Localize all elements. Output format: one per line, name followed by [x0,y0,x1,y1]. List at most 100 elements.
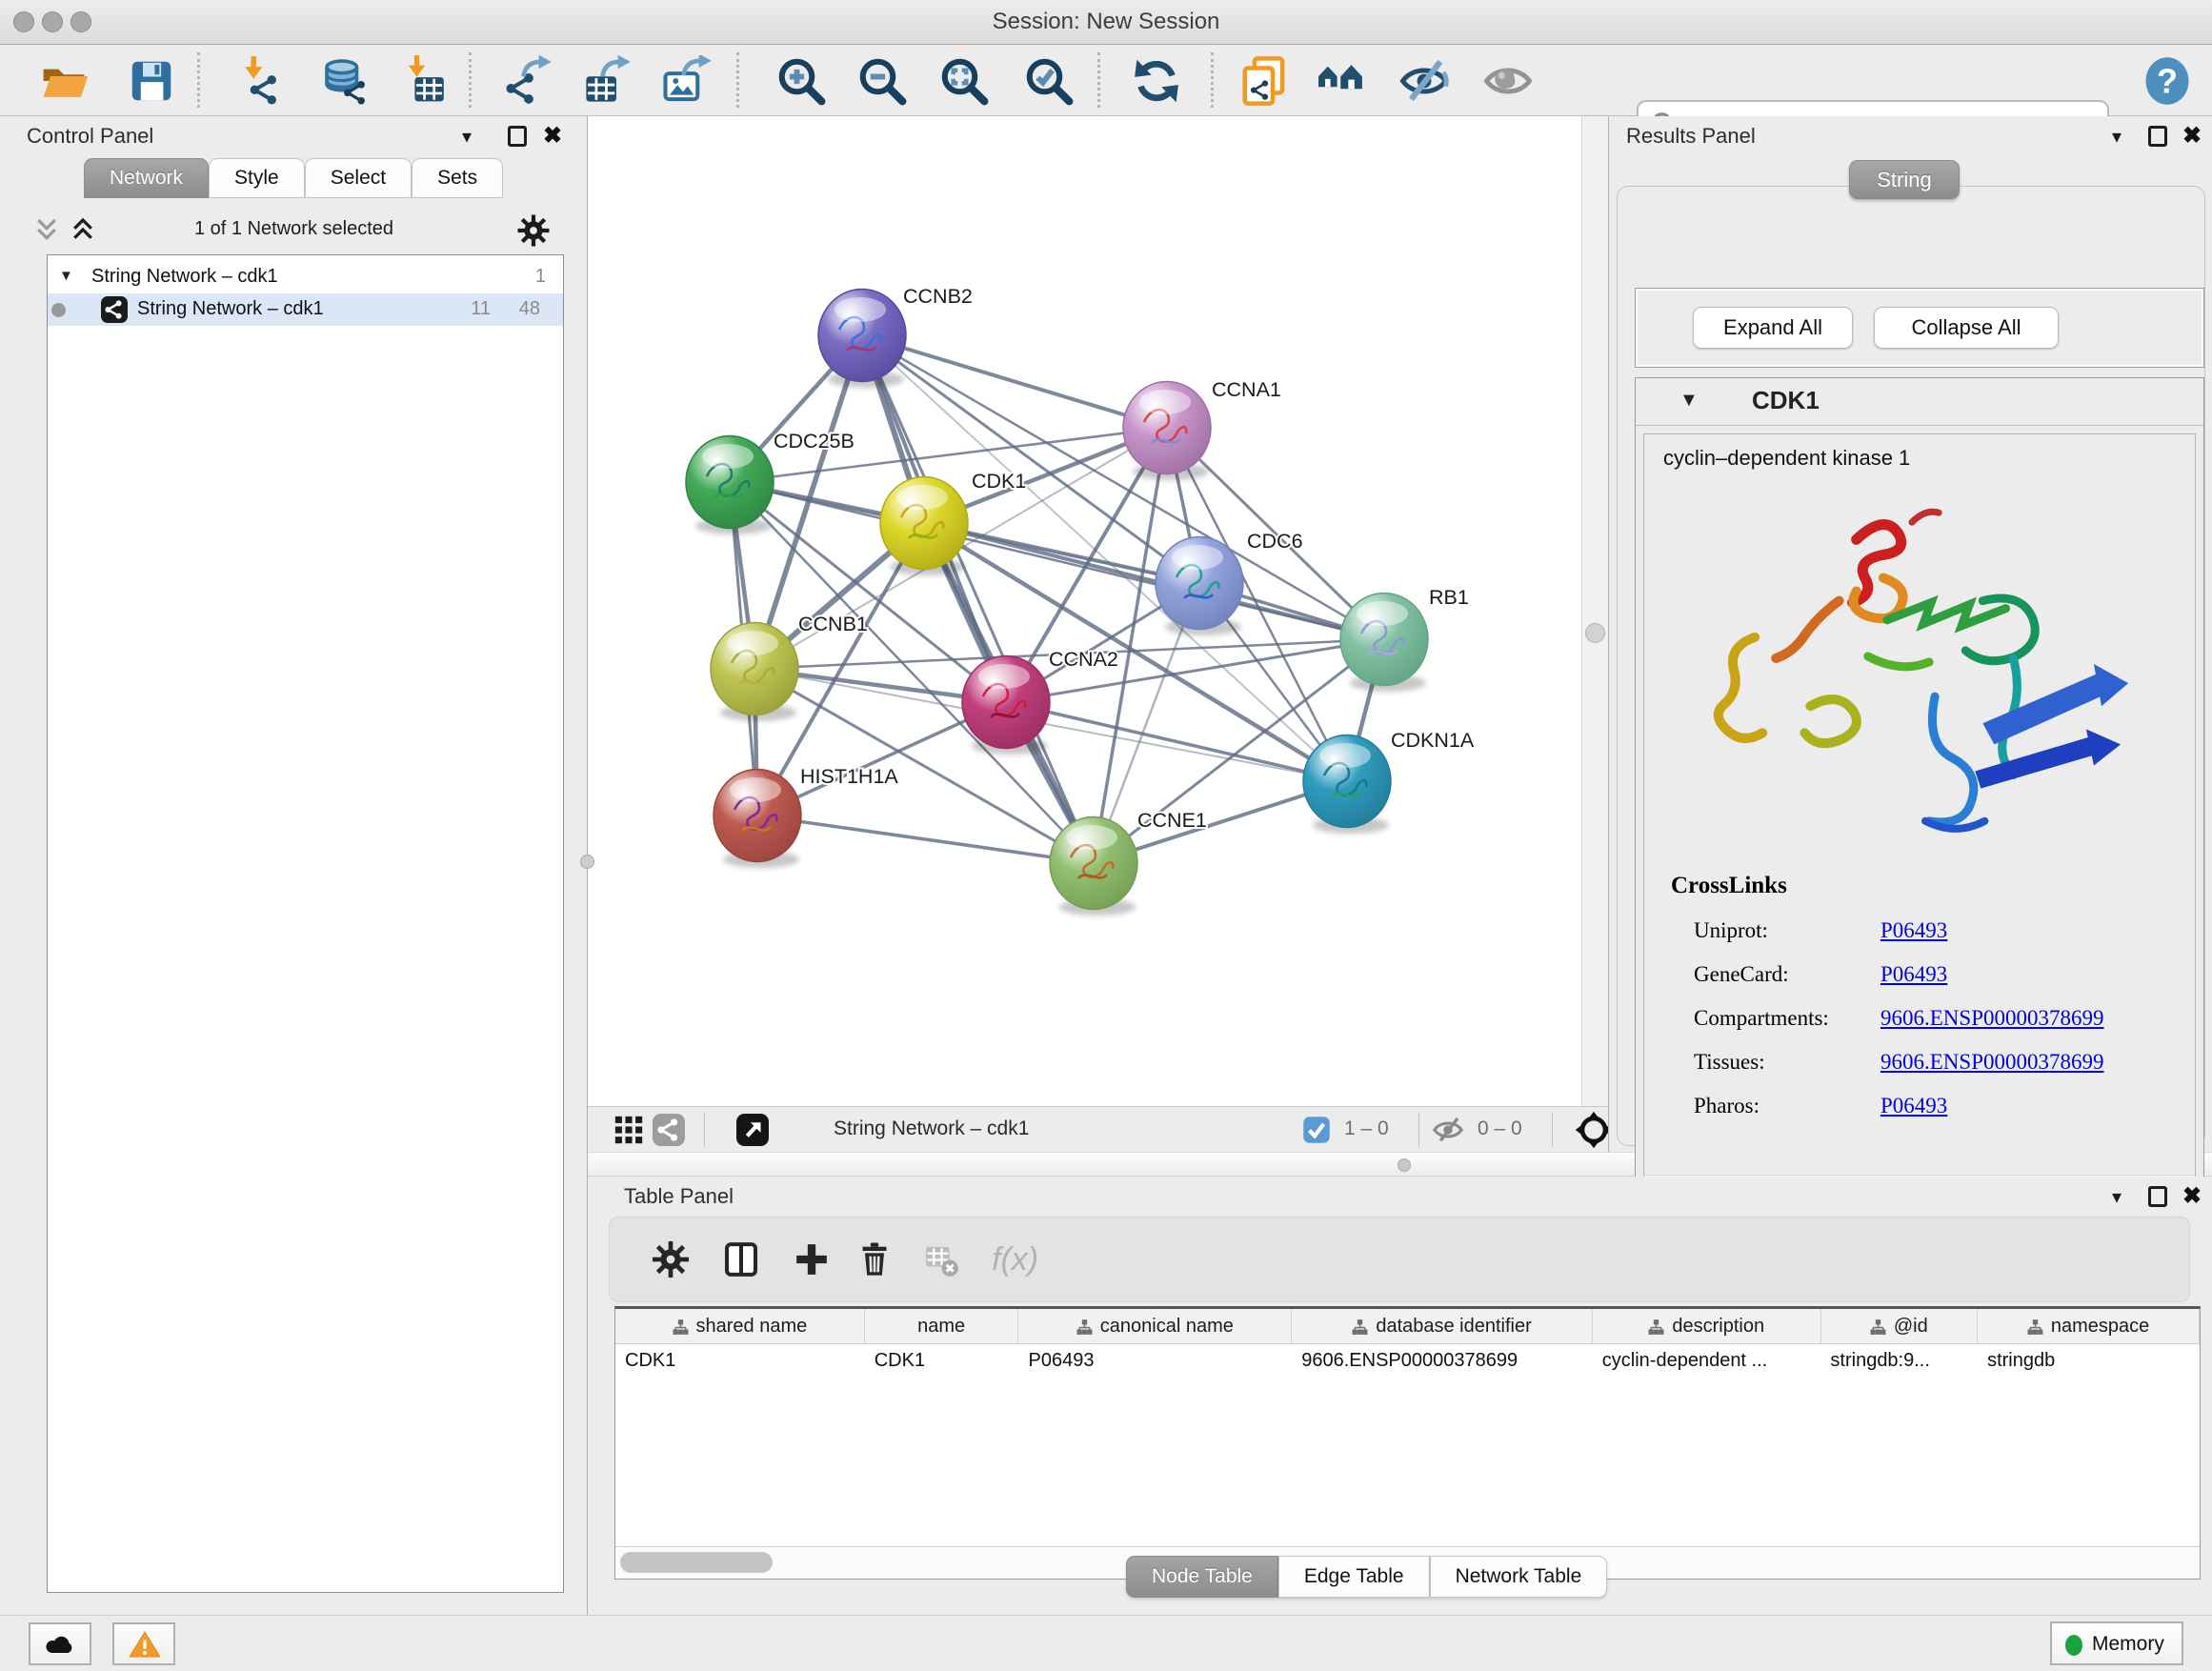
close-panel-icon[interactable]: ✖ [2182,1182,2202,1210]
table-cell[interactable]: CDK1 [615,1344,865,1380]
show-hide-icon[interactable] [1398,55,1450,107]
delete-column-trash-icon[interactable] [855,1240,894,1278]
memory-button[interactable]: Memory [2050,1621,2183,1665]
network-node-cdk1[interactable] [880,477,968,576]
zoom-selected-icon[interactable] [1023,55,1075,107]
refresh-layout-icon[interactable] [1131,55,1182,107]
network-canvas[interactable]: CCNB2CCNA1CDC25BCDK1CDC6RB1CCNB1CCNA2CDK… [588,116,1608,1106]
clone-network-icon[interactable] [1238,55,1290,107]
export-table-icon[interactable] [580,55,632,107]
zoom-in-icon[interactable] [775,55,827,107]
crosslink-value[interactable]: P06493 [1880,918,1947,943]
save-session-icon[interactable] [126,55,177,107]
crosslink-value[interactable]: P06493 [1880,962,1947,987]
float-panel-icon[interactable] [2148,126,2167,147]
table-cell[interactable]: cyclin-dependent ... [1593,1344,1821,1380]
close-panel-icon[interactable]: ✖ [543,122,562,150]
crosslink-value[interactable]: P06493 [1880,1094,1947,1118]
tree-expand-icon[interactable]: ▼ [59,268,73,284]
zoom-fit-icon[interactable] [938,55,990,107]
float-panel-icon[interactable] [508,126,527,147]
expand-all-button[interactable]: Expand All [1693,307,1853,349]
network-node-ccna1[interactable] [1123,382,1211,481]
network-edge[interactable] [757,815,1094,863]
splitter-handle[interactable] [1398,1158,1411,1172]
vertical-scrollbar-thumb[interactable] [1585,623,1605,643]
network-edge[interactable] [862,335,1167,428]
close-panel-icon[interactable]: ✖ [2182,122,2202,150]
network-node-ccnb1[interactable] [711,623,798,722]
node-label-cdc6: CDC6 [1247,530,1303,553]
network-node-rb1[interactable] [1340,594,1428,693]
tab-network[interactable]: Network [84,158,209,198]
network-node-cdc6[interactable] [1156,537,1243,636]
hidden-eye-icon[interactable] [1432,1114,1464,1146]
add-column-icon[interactable] [793,1240,831,1278]
panel-splitter-handle[interactable] [580,855,594,869]
column-header-name[interactable]: name [865,1309,1019,1344]
tab-network-table[interactable]: Network Table [1430,1556,1608,1598]
tab-style[interactable]: Style [209,158,305,198]
table-cell[interactable]: 9606.ENSP00000378699 [1292,1344,1593,1380]
collapse-panel-icon[interactable]: ▾ [2112,1185,2122,1209]
export-network-icon[interactable] [501,55,553,107]
column-header-namespace[interactable]: namespace [1978,1309,2200,1344]
table-cell[interactable]: stringdb [1978,1344,2200,1380]
gene-section-header[interactable]: ▼ CDK1 [1636,378,2203,426]
tab-edge-table[interactable]: Edge Table [1278,1556,1430,1598]
network-edge[interactable] [924,523,1384,639]
collapse-panel-icon[interactable]: ▾ [462,125,472,149]
collapse-all-button[interactable]: Collapse All [1874,307,2059,349]
import-network-icon[interactable] [233,55,285,107]
show-columns-icon[interactable] [722,1240,760,1278]
column-header-label: canonical name [1100,1316,1234,1338]
network-node-cdkn1a[interactable] [1303,735,1391,835]
fit-content-crosshair-icon[interactable] [1575,1111,1613,1149]
table-row[interactable]: CDK1CDK1P064939606.ENSP00000378699cyclin… [615,1344,2200,1380]
network-node-hist1h1a[interactable] [714,770,801,869]
selected-checkbox-icon[interactable] [1302,1116,1331,1144]
eye-icon[interactable] [1482,55,1534,107]
open-in-window-icon[interactable] [736,1114,769,1146]
column-header-shared-name[interactable]: shared name [615,1309,865,1344]
import-database-icon[interactable] [318,55,370,107]
network-collection-row[interactable]: ▼ String Network – cdk1 1 [48,261,563,293]
export-image-icon[interactable] [661,55,713,107]
float-panel-icon[interactable] [2148,1186,2167,1207]
network-node-cdc25b[interactable] [686,436,774,535]
vertical-scrollbar[interactable] [1581,116,1608,1106]
tab-select[interactable]: Select [305,158,412,198]
node-label-cdk1: CDK1 [972,470,1026,493]
table-cell[interactable]: CDK1 [865,1344,1019,1380]
tab-sets[interactable]: Sets [412,158,503,198]
help-icon[interactable]: ? [2142,55,2193,107]
import-table-icon[interactable] [398,55,450,107]
table-settings-gear-icon[interactable] [652,1240,690,1278]
network-node-ccne1[interactable] [1050,817,1137,916]
crosslink-value[interactable]: 9606.ENSP00000378699 [1880,1006,2104,1031]
birdseye-grid-icon[interactable] [613,1114,645,1146]
column-header-description[interactable]: description [1593,1309,1821,1344]
section-collapse-icon[interactable]: ▼ [1679,390,1699,412]
table-cell[interactable]: P06493 [1019,1344,1293,1380]
network-graph[interactable]: CCNB2CCNA1CDC25BCDK1CDC6RB1CCNB1CCNA2CDK… [588,116,1581,1106]
network-node-ccnb2[interactable] [818,290,906,389]
crosslink-value[interactable]: 9606.ENSP00000378699 [1880,1050,2104,1075]
table-cell[interactable]: stringdb:9... [1820,1344,1978,1380]
network-row-selected[interactable]: String Network – cdk1 11 48 [48,293,563,326]
column-header-database-identifier[interactable]: database identifier [1292,1309,1593,1344]
collapse-panel-icon[interactable]: ▾ [2112,125,2122,149]
cloud-button[interactable] [29,1622,91,1665]
tab-node-table[interactable]: Node Table [1126,1556,1278,1598]
zoom-out-icon[interactable] [856,55,908,107]
column-header--id[interactable]: @id [1821,1309,1979,1344]
tab-string[interactable]: String [1849,160,1960,199]
network-share-icon[interactable] [653,1114,685,1146]
table-scrollbar-thumb[interactable] [620,1552,773,1573]
control-panel: Control Panel ▾ ✖ Network Style Select S… [0,116,588,1615]
column-header-canonical-name[interactable]: canonical name [1018,1309,1292,1344]
network-options-gear-icon[interactable] [516,213,551,248]
warning-button[interactable] [112,1622,175,1665]
home-network-icon[interactable] [1316,55,1367,107]
open-session-icon[interactable] [38,55,90,107]
